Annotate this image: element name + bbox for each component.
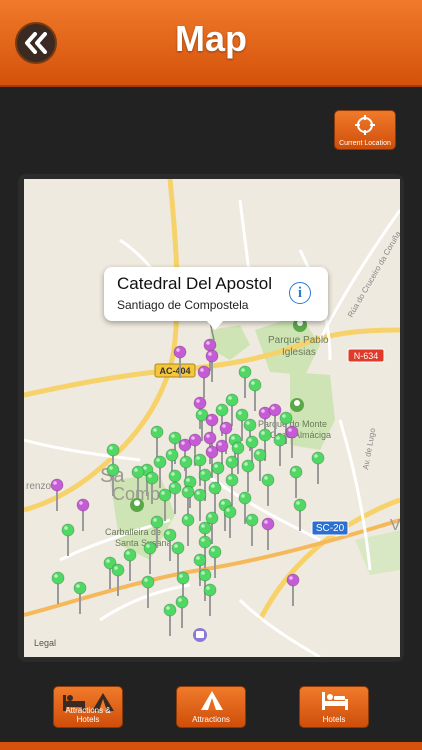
map-label-iglesias: Iglesias (282, 347, 316, 358)
map-pin-green[interactable] (241, 459, 255, 492)
map-pin-purple[interactable] (197, 365, 211, 398)
tent-icon (201, 691, 223, 710)
map-pin-green[interactable] (238, 365, 252, 398)
map-pin-green[interactable] (245, 513, 259, 546)
map-pin-green[interactable] (150, 425, 164, 458)
svg-text:AC-404: AC-404 (159, 366, 190, 376)
map-canvas: N-634 AC-404 SC-20 Parque Pablo Iglesias… (24, 179, 400, 657)
road-badge-n634: N-634 (347, 348, 385, 363)
map-pin-green[interactable] (61, 523, 75, 556)
map-pin-green[interactable] (163, 603, 177, 636)
bottom-strip (0, 742, 422, 750)
map-label-parque-pablo: Parque Pablo (268, 335, 329, 346)
map-pin-green[interactable] (51, 571, 65, 604)
tab-attractions[interactable]: Attractions (176, 686, 246, 728)
map-pin-purple[interactable] (76, 498, 90, 531)
callout-subtitle: Santiago de Compostela (117, 298, 249, 312)
map-pin-green[interactable] (123, 548, 137, 581)
map-pin-green[interactable] (248, 378, 262, 411)
svg-text:N-634: N-634 (354, 351, 379, 361)
map-legal-link[interactable]: Legal (34, 638, 56, 648)
bed-icon (322, 692, 348, 710)
map-label-santa-susana: Carballeira de (105, 527, 161, 537)
map-pin-green[interactable] (143, 541, 157, 574)
road-badge-ac404: AC-404 (154, 363, 196, 378)
header-bar: Map (0, 0, 422, 87)
tab-label: Hotels (322, 715, 346, 724)
tab-attractions-hotels[interactable]: Attractions & Hotels (53, 686, 123, 728)
tab-label: Attractions (192, 715, 230, 724)
map-pin-green[interactable] (175, 595, 189, 628)
map-label-rua-cruceiro: Rúa do Cruceiro da Coruña (346, 229, 400, 319)
map-pin-green[interactable] (208, 481, 222, 514)
map-callout[interactable]: Catedral Del Apostol Santiago de Compost… (104, 267, 328, 330)
map-pin-green[interactable] (181, 513, 195, 546)
map-pin-green[interactable] (273, 433, 287, 466)
map-label-v: V (390, 517, 400, 534)
callout-title: Catedral Del Apostol (117, 274, 272, 293)
map-pin-purple[interactable] (286, 573, 300, 606)
info-icon[interactable]: i (289, 282, 311, 304)
tree-icon (130, 498, 144, 512)
map-pin-green[interactable] (289, 465, 303, 498)
street (238, 598, 321, 657)
tab-label: Attractions & Hotels (65, 706, 111, 724)
park-area (355, 530, 400, 575)
map-pin-green[interactable] (193, 488, 207, 521)
map-pin-green[interactable] (311, 451, 325, 484)
callout-pointer (206, 320, 224, 330)
map-pin-purple[interactable] (261, 517, 275, 550)
page-title: Map (175, 18, 247, 59)
current-location-label: Current Location (339, 140, 391, 147)
tab-hotels[interactable]: Hotels (299, 686, 369, 728)
map-pin-green[interactable] (141, 575, 155, 608)
bus-station-icon (193, 628, 207, 642)
map-label-santa-susana-2: Santa Susana (115, 538, 172, 548)
road-badge-sc20: SC-20 (311, 520, 349, 536)
map-pin-green[interactable] (181, 485, 195, 518)
street (318, 209, 400, 341)
map-pin-green[interactable] (171, 541, 185, 574)
map-pin-green[interactable] (261, 473, 275, 506)
current-location-button[interactable]: Current Location (334, 110, 396, 150)
tree-icon (290, 398, 304, 412)
svg-text:SC-20: SC-20 (316, 523, 345, 534)
map-view[interactable]: N-634 AC-404 SC-20 Parque Pablo Iglesias… (24, 179, 400, 657)
crosshair-icon (355, 115, 375, 135)
map-label-lorenzo: renzo (26, 481, 51, 492)
map-label-av-lugo: Av. de Lugo (361, 427, 377, 470)
